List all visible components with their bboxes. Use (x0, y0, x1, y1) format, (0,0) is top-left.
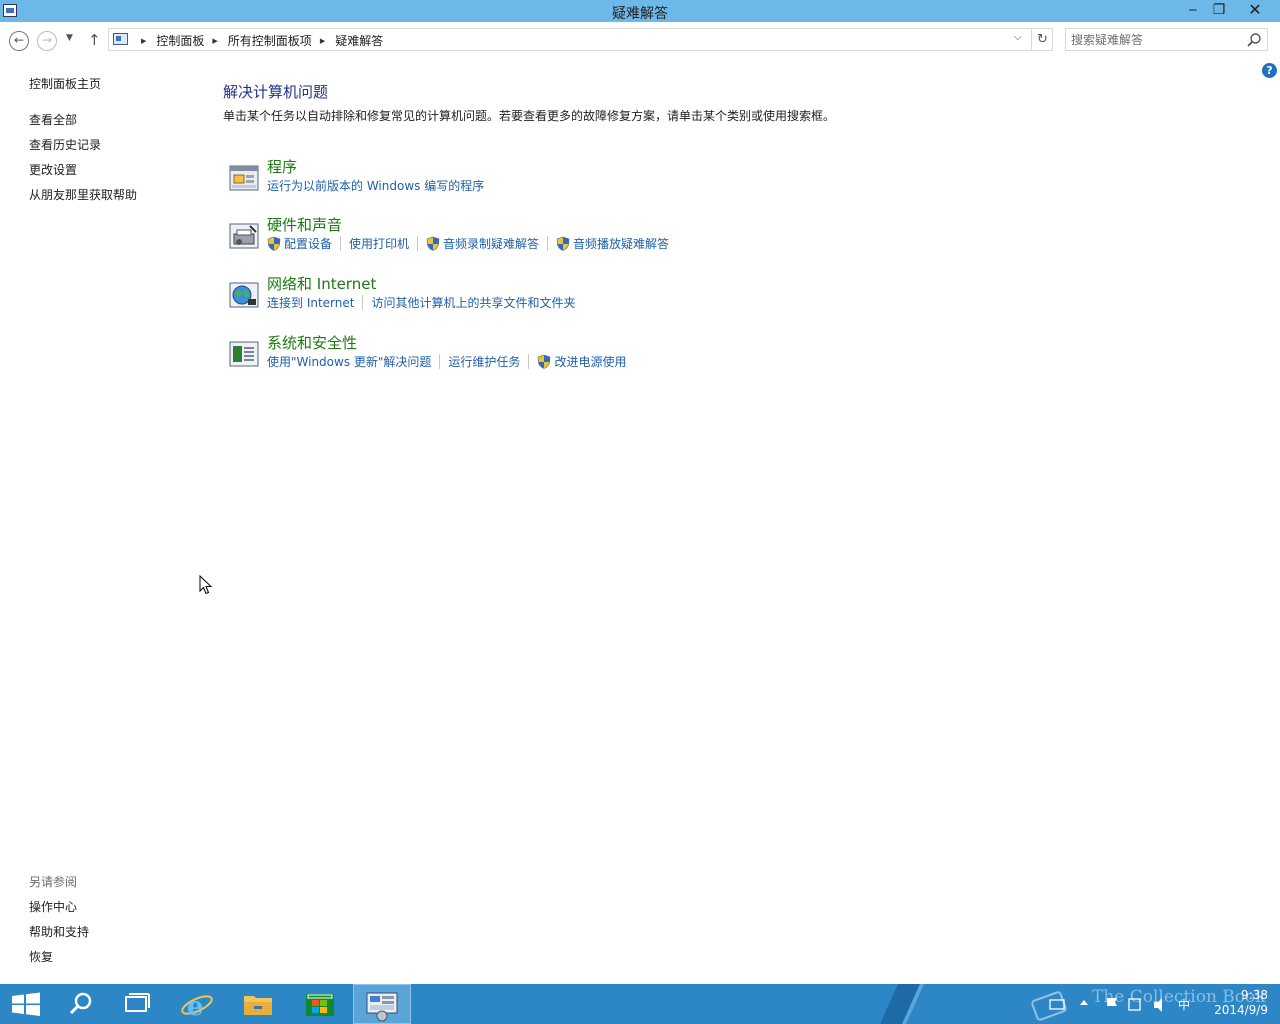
category-links: 配置设备 使用打印机 音频录制疑难解答 音频播放疑难解答 (267, 235, 669, 252)
title-bar: 疑难解答 ‒ ❐ ✕ (0, 0, 1280, 22)
taskbar-file-explorer[interactable] (229, 984, 287, 1024)
link-windows-update-troubleshoot[interactable]: 使用"Windows 更新"解决问题 (267, 353, 431, 370)
category-title[interactable]: 系统和安全性 (267, 332, 357, 353)
uac-shield-icon (538, 354, 551, 369)
refresh-button[interactable]: ↻ (1031, 29, 1053, 50)
navigation-bar: ← → ▼ ↑ ▶ 控制面板 ▶ 所有控制面板项 ▶ 疑难解答 ⌵ ↻ (0, 22, 1280, 58)
link-improve-power-usage[interactable]: 改进电源使用 (537, 353, 626, 370)
forward-button[interactable]: → (37, 31, 57, 51)
clock-date: 2014/9/9 (1214, 1003, 1268, 1017)
sidebar-item-control-panel-home[interactable]: 控制面板主页 (29, 75, 101, 92)
link-audio-playback-troubleshoot[interactable]: 音频播放疑难解答 (556, 235, 669, 252)
search-box[interactable] (1065, 28, 1268, 51)
category-title[interactable]: 硬件和声音 (267, 214, 342, 235)
see-also-recovery[interactable]: 恢复 (29, 948, 53, 965)
breadcrumb: ▶ 控制面板 ▶ 所有控制面板项 ▶ 疑难解答 (133, 32, 383, 49)
programs-icon[interactable] (228, 164, 260, 194)
store-icon (306, 994, 334, 1016)
help-icon[interactable]: ? (1262, 63, 1277, 78)
uac-shield-icon (267, 236, 281, 251)
window-title: 疑难解答 (612, 6, 668, 22)
clock-time: 9:38 (1241, 988, 1268, 1002)
internet-explorer-icon: e (181, 992, 213, 1022)
link-run-maintenance[interactable]: 运行维护任务 (448, 353, 520, 370)
sidebar-item-view-history[interactable]: 查看历史记录 (29, 136, 101, 153)
link-separator (417, 236, 419, 251)
search-icon[interactable] (1246, 32, 1262, 48)
left-navigation-pane: 控制面板主页 查看全部 查看历史记录 更改设置 从朋友那里获取帮助 另请参阅 操… (0, 58, 200, 984)
sidebar-item-view-all[interactable]: 查看全部 (29, 111, 77, 128)
search-icon (69, 992, 92, 1015)
category-links: 连接到 Internet 访问其他计算机上的共享文件和文件夹 (267, 294, 575, 311)
breadcrumb-item[interactable]: 疑难解答 (335, 32, 383, 49)
taskbar-clock[interactable]: 9:38 2014/9/9 (1196, 988, 1268, 1018)
close-button[interactable]: ✕ (1232, 0, 1278, 20)
breadcrumb-separator-icon[interactable]: ▶ (141, 37, 146, 45)
category-links: 运行为以前版本的 Windows 编写的程序 (267, 177, 484, 194)
system-security-icon[interactable] (228, 340, 260, 370)
link-connect-to-internet[interactable]: 连接到 Internet (267, 294, 354, 311)
link-separator (362, 295, 364, 310)
breadcrumb-separator-icon[interactable]: ▶ (212, 37, 217, 45)
start-button[interactable] (0, 984, 58, 1024)
page-title: 解决计算机问题 (223, 83, 329, 101)
taskbar-control-panel-active[interactable] (353, 984, 411, 1024)
category-title[interactable]: 程序 (267, 156, 297, 177)
uac-shield-icon (426, 236, 440, 251)
taskbar-internet-explorer[interactable]: e (168, 984, 226, 1024)
sidebar-item-change-settings[interactable]: 更改设置 (29, 161, 77, 178)
start-icon (12, 992, 40, 1016)
taskbar-store[interactable] (291, 984, 349, 1024)
address-bar[interactable]: ▶ 控制面板 ▶ 所有控制面板项 ▶ 疑难解答 ⌵ ↻ (108, 28, 1053, 51)
link-configure-device[interactable]: 配置设备 (267, 235, 332, 252)
system-tray: 中 (1031, 991, 1190, 1021)
network-globe-icon[interactable] (228, 281, 260, 311)
see-also-help-and-support[interactable]: 帮助和支持 (29, 923, 89, 940)
file-explorer-icon (244, 996, 272, 1015)
hardware-sound-icon[interactable] (228, 222, 260, 252)
link-separator (439, 354, 441, 369)
taskbar: e The Collection Book 中 9:38 2014/9/9 (0, 984, 1280, 1024)
see-also-heading: 另请参阅 (29, 875, 78, 889)
breadcrumb-item[interactable]: 控制面板 (156, 32, 204, 49)
minimize-button[interactable]: ‒ (1180, 0, 1206, 20)
sidebar-item-get-help-from-friend[interactable]: 从朋友那里获取帮助 (29, 186, 137, 203)
link-separator (528, 354, 530, 369)
mouse-cursor-icon (199, 575, 213, 595)
taskbar-decoration (880, 984, 924, 1024)
control-panel-icon (366, 992, 398, 1022)
breadcrumb-separator-icon[interactable]: ▶ (320, 37, 325, 45)
link-separator (340, 236, 342, 251)
link-run-older-programs[interactable]: 运行为以前版本的 Windows 编写的程序 (267, 177, 484, 194)
task-view-icon (125, 993, 150, 1012)
link-separator (547, 236, 549, 251)
category-title[interactable]: 网络和 Internet (267, 273, 376, 294)
link-access-shared-files[interactable]: 访问其他计算机上的共享文件和文件夹 (371, 294, 575, 311)
see-also-action-center[interactable]: 操作中心 (29, 898, 77, 915)
back-button[interactable]: ← (9, 31, 29, 51)
breadcrumb-item[interactable]: 所有控制面板项 (228, 32, 312, 49)
link-audio-recording-troubleshoot[interactable]: 音频录制疑难解答 (426, 235, 539, 252)
category-links: 使用"Windows 更新"解决问题 运行维护任务 改进电源使用 (267, 353, 626, 370)
ime-indicator[interactable]: 中 (1178, 997, 1190, 1012)
restore-button[interactable]: ❐ (1206, 0, 1232, 20)
up-button[interactable]: ↑ (88, 31, 101, 49)
control-panel-root-icon[interactable] (113, 33, 128, 45)
svg-text:e: e (187, 992, 204, 1022)
address-dropdown-icon[interactable]: ⌵ (1014, 32, 1022, 43)
uac-shield-icon (556, 236, 570, 251)
taskbar-search-button[interactable] (52, 984, 110, 1024)
watermark-camera-icon (1031, 991, 1067, 1021)
link-use-printer[interactable]: 使用打印机 (349, 235, 409, 252)
page-description: 单击某个任务以自动排除和修复常见的计算机问题。若要查看更多的故障修复方案，请单击… (223, 109, 836, 123)
search-input[interactable] (1071, 31, 1241, 48)
recent-locations-dropdown[interactable]: ▼ (66, 33, 73, 43)
task-view-button[interactable] (108, 984, 166, 1024)
